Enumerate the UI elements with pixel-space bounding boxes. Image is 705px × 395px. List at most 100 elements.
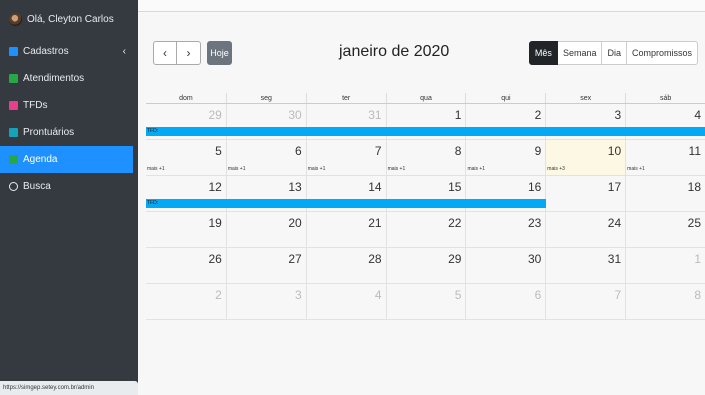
day-cell[interactable]: 21: [305, 212, 386, 247]
day-number[interactable]: 2: [215, 288, 222, 302]
day-cell[interactable]: 30: [465, 248, 545, 283]
sidebar-item-cadastros[interactable]: Cadastros ‹: [0, 38, 138, 65]
avatar: [9, 12, 22, 26]
day-number[interactable]: 24: [608, 216, 621, 230]
sidebar-item-tfds[interactable]: TFDs: [0, 92, 138, 119]
user-greeting[interactable]: Olá, Cleyton Carlos: [0, 0, 138, 38]
day-number[interactable]: 11: [689, 144, 701, 158]
calendar-event[interactable]: TFD:: [146, 199, 546, 208]
day-number[interactable]: 18: [688, 180, 701, 194]
more-events-link[interactable]: mais +1: [308, 166, 326, 172]
day-cell[interactable]: 28: [305, 248, 386, 283]
day-cell[interactable]: 22: [385, 212, 466, 247]
day-number[interactable]: 13: [288, 180, 301, 194]
more-events-link[interactable]: mais +1: [228, 166, 246, 172]
day-number[interactable]: 8: [694, 288, 701, 302]
sidebar-item-agenda[interactable]: Agenda: [0, 146, 133, 173]
more-events-link[interactable]: mais +1: [467, 166, 485, 172]
view-button-semana[interactable]: Semana: [557, 41, 603, 65]
day-number[interactable]: 8: [455, 144, 462, 158]
day-number[interactable]: 30: [528, 252, 541, 266]
calendar-event[interactable]: TFD:: [146, 127, 705, 136]
day-cell[interactable]: 20: [225, 212, 306, 247]
day-number[interactable]: 20: [288, 216, 301, 230]
view-button-compromissos[interactable]: Compromissos: [626, 41, 698, 65]
day-cell[interactable]: 10 mais +3: [545, 140, 626, 175]
day-number[interactable]: 25: [688, 216, 701, 230]
day-number[interactable]: 2: [535, 108, 542, 122]
day-number[interactable]: 3: [614, 108, 621, 122]
day-cell[interactable]: 6: [465, 284, 545, 319]
more-events-link[interactable]: mais +1: [388, 166, 406, 172]
day-number[interactable]: 26: [209, 252, 222, 266]
day-number[interactable]: 14: [368, 180, 381, 194]
sidebar-item-busca[interactable]: Busca: [0, 173, 138, 200]
day-number[interactable]: 21: [368, 216, 381, 230]
day-number[interactable]: 5: [215, 144, 222, 158]
day-number[interactable]: 16: [528, 180, 541, 194]
day-number[interactable]: 15: [448, 180, 461, 194]
day-cell[interactable]: 6 mais +1: [225, 140, 306, 175]
day-cell[interactable]: 27: [225, 248, 306, 283]
day-cell[interactable]: 7 mais +1: [305, 140, 386, 175]
day-cell[interactable]: 8: [625, 284, 705, 319]
prev-month-button[interactable]: ‹: [153, 41, 177, 65]
day-number[interactable]: 22: [448, 216, 461, 230]
day-cell[interactable]: 18: [625, 176, 705, 211]
day-number[interactable]: 31: [608, 252, 621, 266]
day-number[interactable]: 29: [209, 108, 222, 122]
more-events-link[interactable]: mais +1: [147, 166, 165, 172]
day-cell[interactable]: 9 mais +1: [465, 140, 545, 175]
day-number[interactable]: 4: [694, 108, 701, 122]
day-cell[interactable]: 23: [465, 212, 545, 247]
day-cell[interactable]: 4: [305, 284, 386, 319]
folder-icon: [9, 128, 18, 137]
day-number[interactable]: 1: [694, 252, 701, 266]
day-number[interactable]: 7: [375, 144, 382, 158]
day-number[interactable]: 27: [288, 252, 301, 266]
next-month-button[interactable]: ›: [177, 41, 201, 65]
day-number[interactable]: 6: [535, 288, 542, 302]
day-cell[interactable]: 31: [545, 248, 625, 283]
day-number[interactable]: 3: [295, 288, 302, 302]
day-number[interactable]: 30: [288, 108, 301, 122]
day-number[interactable]: 10: [608, 144, 621, 158]
day-cell[interactable]: 8 mais +1: [385, 140, 466, 175]
day-cell[interactable]: 5: [385, 284, 466, 319]
day-cell[interactable]: 5 mais +1: [146, 140, 226, 175]
sidebar-item-atendimentos[interactable]: Atendimentos: [0, 65, 138, 92]
day-number[interactable]: 19: [209, 216, 222, 230]
day-cell[interactable]: 3: [225, 284, 306, 319]
week-row: 19 20 21 22 23 24 25: [146, 212, 705, 248]
more-events-link[interactable]: mais +1: [627, 166, 645, 172]
day-cell[interactable]: 29: [385, 248, 466, 283]
day-number[interactable]: 1: [455, 108, 462, 122]
day-cell[interactable]: 24: [545, 212, 625, 247]
day-number[interactable]: 6: [295, 144, 302, 158]
day-cell[interactable]: 7: [545, 284, 625, 319]
today-button[interactable]: Hoje: [207, 41, 232, 65]
day-cell[interactable]: 26: [146, 248, 226, 283]
day-cell[interactable]: 17: [545, 176, 625, 211]
day-cell[interactable]: 19: [146, 212, 226, 247]
day-cell[interactable]: 2: [146, 284, 226, 319]
day-number[interactable]: 17: [608, 180, 621, 194]
day-number[interactable]: 5: [455, 288, 462, 302]
day-number[interactable]: 31: [368, 108, 381, 122]
day-number[interactable]: 4: [375, 288, 382, 302]
day-cell[interactable]: 1: [625, 248, 705, 283]
day-cell[interactable]: 11 mais +1: [625, 140, 705, 175]
day-number[interactable]: 28: [368, 252, 381, 266]
view-button-dia[interactable]: Dia: [602, 41, 627, 65]
view-button-ms[interactable]: Mês: [528, 41, 558, 65]
day-cell[interactable]: 25: [625, 212, 705, 247]
day-number[interactable]: 12: [209, 180, 222, 194]
day-of-week-5: sex: [545, 93, 625, 103]
day-number[interactable]: 7: [614, 288, 621, 302]
day-number[interactable]: 9: [535, 144, 542, 158]
day-of-week-0: dom: [179, 95, 193, 102]
more-events-link[interactable]: mais +3: [547, 166, 565, 172]
day-number[interactable]: 29: [448, 252, 461, 266]
sidebar-item-pronturios[interactable]: Prontuários: [0, 119, 138, 146]
day-number[interactable]: 23: [528, 216, 541, 230]
